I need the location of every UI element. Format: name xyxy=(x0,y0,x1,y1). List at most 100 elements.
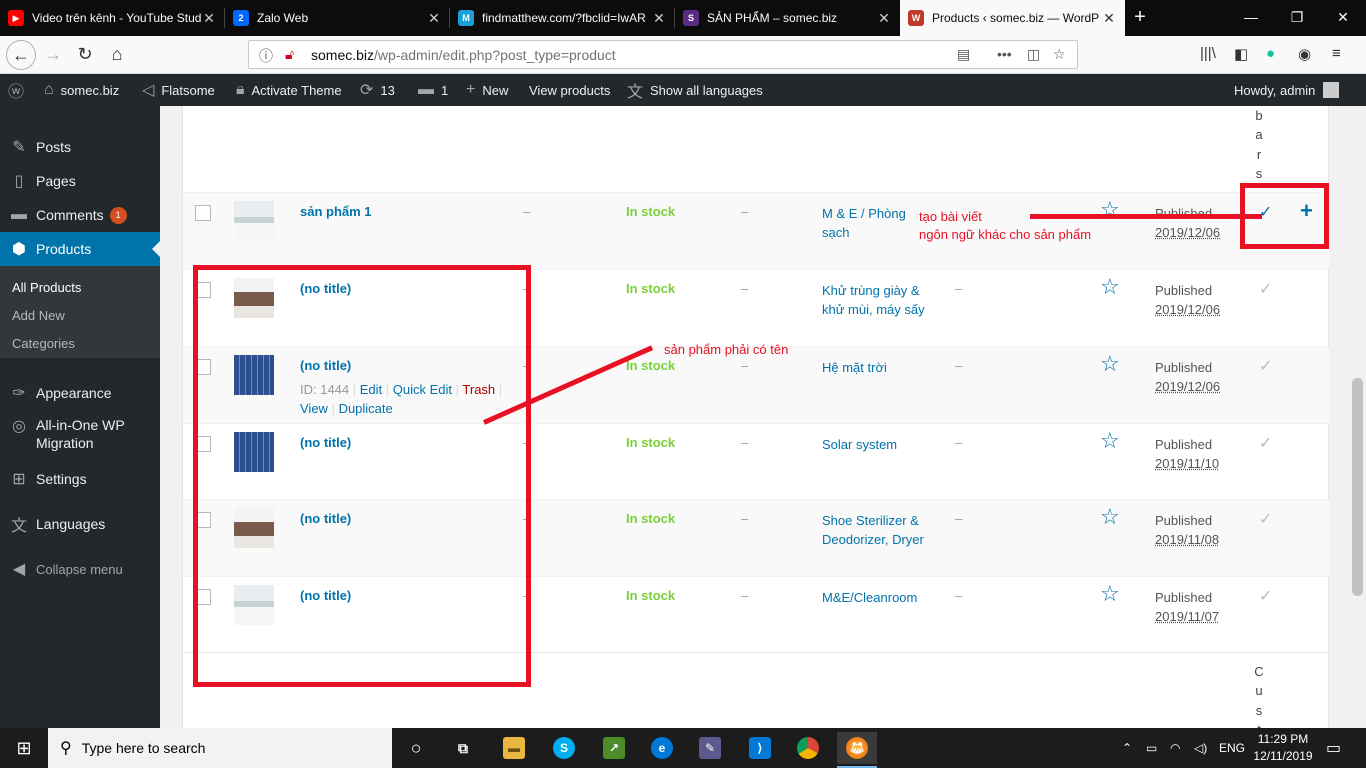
forward-button[interactable]: → xyxy=(38,40,68,70)
product-title-link[interactable]: sản phẩm 1 xyxy=(300,204,372,219)
task-view-icon[interactable]: ⧉ xyxy=(443,732,483,764)
edge-icon[interactable]: e xyxy=(642,732,682,764)
page-scrollbar[interactable] xyxy=(1349,106,1366,728)
tab-products-active[interactable]: W Products ‹ somec.biz — WordP ✕ xyxy=(900,0,1125,36)
updates-link[interactable]: ⟳ 13 xyxy=(360,74,395,106)
translation-check-icon[interactable]: ✓ xyxy=(1259,586,1272,606)
featured-star-icon[interactable]: ☆ xyxy=(1100,583,1120,605)
category-link[interactable]: M&E/Cleanroom xyxy=(822,588,934,607)
vscode-icon[interactable]: ⟩ xyxy=(740,732,780,764)
taskbar-search-input[interactable]: ⚲ Type here to search xyxy=(48,728,392,768)
language-indicator[interactable]: ENG xyxy=(1219,728,1245,768)
minimize-icon[interactable]: — xyxy=(1228,0,1274,36)
pocket-icon[interactable]: ◫ xyxy=(1027,46,1040,63)
sidebar-item-languages[interactable]: 文 Languages xyxy=(0,507,160,541)
skype-icon[interactable]: S xyxy=(544,732,584,764)
sidebar-item-posts[interactable]: ✎ Posts xyxy=(0,130,160,164)
view-products-link[interactable]: View products xyxy=(529,74,610,106)
sidebar-item-products[interactable]: ⬢ Products xyxy=(0,232,160,266)
sidebar-item-appearance[interactable]: ✑ Appearance xyxy=(0,376,160,410)
tab-findmatthew[interactable]: M findmatthew.com/?fbclid=IwAR ✕ xyxy=(450,0,675,36)
restore-icon[interactable]: ❐ xyxy=(1274,0,1320,36)
cortana-icon[interactable]: ○ xyxy=(396,732,436,764)
close-icon[interactable]: ✕ xyxy=(1101,10,1117,27)
category-link[interactable]: Solar system xyxy=(822,435,934,454)
insecure-lock-icon[interactable]: 🔓︎ xyxy=(285,46,294,63)
featured-star-icon[interactable]: ☆ xyxy=(1100,506,1120,528)
home-icon: ⌂ xyxy=(44,81,54,98)
chart-app-icon[interactable]: ↗ xyxy=(594,732,634,764)
comments-link[interactable]: ▬ 1 xyxy=(418,74,448,106)
new-content-link[interactable]: + New xyxy=(466,74,508,106)
submenu-all-products[interactable]: All Products xyxy=(12,280,81,295)
category-link[interactable]: Shoe Sterilizer & Deodorizer, Dryer xyxy=(822,511,934,549)
close-icon[interactable]: ✕ xyxy=(426,10,442,27)
tab-san-pham[interactable]: S SẢN PHẨM – somec.biz ✕ xyxy=(675,0,900,36)
submenu-add-new[interactable]: Add New xyxy=(12,308,65,323)
sidebar-item-settings[interactable]: ⊞ Settings xyxy=(0,462,160,496)
wifi-icon[interactable]: ◠ xyxy=(1170,728,1180,768)
taskbar-clock[interactable]: 11:29 PM 12/11/2019 xyxy=(1248,731,1318,765)
collapse-menu-button[interactable]: ◀ Collapse menu xyxy=(0,552,160,586)
featured-star-icon[interactable]: ☆ xyxy=(1100,353,1120,375)
browser-tab-bar: ▶ Video trên kênh - YouTube Stud ✕ 2 Zal… xyxy=(0,0,1366,36)
stock-status: In stock xyxy=(626,511,676,526)
file-explorer-icon[interactable]: ▬ xyxy=(494,732,534,764)
flatsome-menu[interactable]: ◁ Flatsome xyxy=(142,74,215,106)
category-link[interactable]: M & E / Phòng sạch xyxy=(822,204,934,242)
submenu-categories[interactable]: Categories xyxy=(12,336,75,351)
category-link[interactable]: Khử trùng giày & khử mùi, máy sấy xyxy=(822,281,934,319)
home-button[interactable]: ⌂ xyxy=(102,40,132,70)
tags-value: – xyxy=(955,588,963,603)
window-close-icon[interactable]: ✕ xyxy=(1320,0,1366,36)
close-icon[interactable]: ✕ xyxy=(201,10,217,27)
grammarly-icon[interactable]: ● xyxy=(1266,45,1275,62)
new-tab-button[interactable]: + xyxy=(1128,6,1152,30)
bookmark-star-icon[interactable]: ☆ xyxy=(1053,46,1066,63)
scrollbar-thumb[interactable] xyxy=(1352,378,1363,596)
library-icon[interactable]: |||\ xyxy=(1200,45,1216,62)
back-button[interactable]: ← xyxy=(6,40,36,70)
show-all-languages-link[interactable]: 文 Show all languages xyxy=(627,74,763,106)
tab-youtube-studio[interactable]: ▶ Video trên kênh - YouTube Stud ✕ xyxy=(0,0,225,36)
wp-logo-button[interactable]: ⓦ xyxy=(8,74,31,106)
my-account-menu[interactable]: Howdy, admin xyxy=(1234,74,1340,106)
category-link[interactable]: Hệ mặt trời xyxy=(822,358,934,377)
sidebar-item-migration[interactable]: ◎ All-in-One WP Migration xyxy=(0,416,160,456)
site-icon: M xyxy=(458,10,474,26)
windows-start-icon[interactable]: ⊞ xyxy=(0,728,48,768)
sidebar-item-comments[interactable]: ▬ Comments 1 xyxy=(0,198,160,232)
site-name-link[interactable]: ⌂ somec.biz xyxy=(44,74,119,106)
notifications-icon[interactable]: ▭ xyxy=(1326,728,1341,768)
volume-icon[interactable]: ◁) xyxy=(1194,728,1207,768)
account-icon[interactable]: ◉ xyxy=(1298,45,1311,63)
battery-icon[interactable]: ▭ xyxy=(1146,728,1157,768)
reader-view-icon[interactable]: ▤ xyxy=(957,46,970,63)
chrome-icon[interactable] xyxy=(788,732,828,764)
close-icon[interactable]: ✕ xyxy=(651,10,667,27)
product-thumbnail-cleanroom[interactable] xyxy=(234,201,274,241)
address-bar[interactable]: ⓘ 🔓︎ somec.biz/wp-admin/edit.php?post_ty… xyxy=(248,40,1078,69)
translation-check-icon[interactable]: ✓ xyxy=(1259,509,1272,529)
stock-status: In stock xyxy=(626,281,676,296)
translation-check-icon[interactable]: ✓ xyxy=(1259,279,1272,299)
row-checkbox[interactable] xyxy=(195,205,211,221)
show-hidden-icons[interactable]: ⌃ xyxy=(1122,728,1132,768)
app-icon[interactable]: ✎ xyxy=(690,732,730,764)
page-actions-icon[interactable]: ••• xyxy=(997,46,1012,62)
info-icon[interactable]: ⓘ xyxy=(259,46,273,66)
tab-zalo[interactable]: 2 Zalo Web ✕ xyxy=(225,0,450,36)
close-icon[interactable]: ✕ xyxy=(876,10,892,27)
translation-check-icon[interactable]: ✓ xyxy=(1259,356,1272,376)
menu-icon[interactable]: ≡ xyxy=(1332,45,1341,62)
firefox-icon[interactable]: 🦊︎ xyxy=(837,732,877,768)
site-icon: S xyxy=(683,10,699,26)
reload-button[interactable]: ↻ xyxy=(70,40,100,70)
translation-check-icon[interactable]: ✓ xyxy=(1259,433,1272,453)
sidebar-item-pages[interactable]: ▯ Pages xyxy=(0,164,160,198)
sidebar-icon[interactable]: ◧ xyxy=(1234,45,1248,63)
featured-star-icon[interactable]: ☆ xyxy=(1100,430,1120,452)
activate-theme-link[interactable]: 🔒︎ Activate Theme xyxy=(236,74,342,106)
sidebar-item-label: Settings xyxy=(36,471,87,487)
featured-star-icon[interactable]: ☆ xyxy=(1100,276,1120,298)
